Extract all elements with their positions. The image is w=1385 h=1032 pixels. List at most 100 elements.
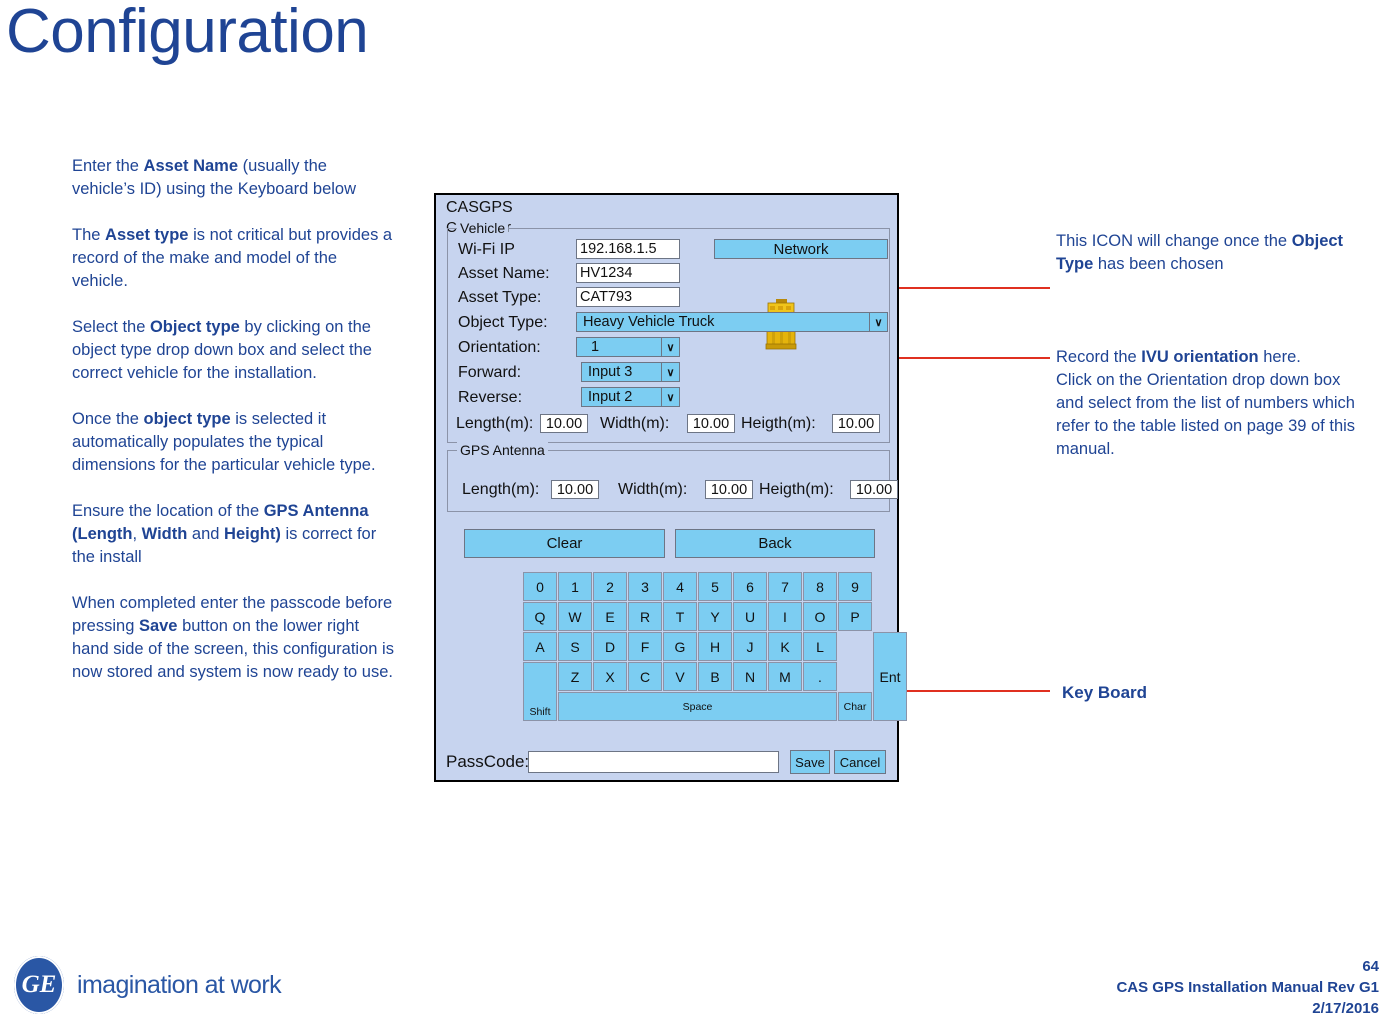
passcode-label: PassCode: <box>446 752 530 771</box>
asset-type-input[interactable]: CAT793 <box>576 287 680 307</box>
key-space[interactable]: Space <box>558 692 837 721</box>
instruction-paragraph: Select the Object type by clicking on th… <box>72 316 394 385</box>
vehicle-width-input[interactable]: 10.00 <box>687 414 735 433</box>
key-O[interactable]: O <box>803 602 837 631</box>
revision-date: 2/17/2016 <box>1312 1000 1379 1017</box>
key-6[interactable]: 6 <box>733 572 767 601</box>
passcode-input[interactable] <box>528 751 779 773</box>
page-title: Configuration <box>6 0 369 66</box>
instruction-paragraph: Ensure the location of the GPS Antenna (… <box>72 500 394 569</box>
save-button[interactable]: Save <box>790 750 830 774</box>
object-type-label: Object Type: <box>458 314 548 331</box>
network-button[interactable]: Network <box>714 239 888 259</box>
manual-title: CAS GPS Installation Manual Rev G1 <box>1116 979 1379 996</box>
key-3[interactable]: 3 <box>628 572 662 601</box>
key-8[interactable]: 8 <box>803 572 837 601</box>
annotation-keyboard-label: Key Board <box>1062 683 1148 702</box>
clear-button[interactable]: Clear <box>464 529 665 558</box>
key-Z[interactable]: Z <box>558 662 592 691</box>
key-D[interactable]: D <box>593 632 627 661</box>
text-run: Asset type <box>105 226 189 244</box>
text-run: Enter the <box>72 157 144 175</box>
text-run: Object type <box>149 318 240 336</box>
object-type-value: Heavy Vehicle Truck <box>583 314 715 330</box>
text-run: Select the <box>72 318 150 336</box>
vehicle-group-legend: Vehicle <box>457 220 509 236</box>
key-5[interactable]: 5 <box>698 572 732 601</box>
key-char[interactable]: Char <box>838 692 872 721</box>
key-V[interactable]: V <box>663 662 697 691</box>
text-run: Click on the Orientation drop down box a… <box>1056 371 1356 458</box>
annotation-ivu-orientation: Record the IVU orientation here. Click on… <box>1056 346 1356 461</box>
key-W[interactable]: W <box>558 602 592 631</box>
key-enter[interactable]: Ent <box>873 632 907 721</box>
reverse-select[interactable]: Input 2 ∨ <box>581 387 680 407</box>
key-I[interactable]: I <box>768 602 802 631</box>
text-run: Height) <box>224 525 281 543</box>
casgps-configuration-dialog: CASGPS Controller Vehicle Wi-Fi IP 192.1… <box>434 193 907 782</box>
key-1[interactable]: 1 <box>558 572 592 601</box>
antenna-height-label: Heigth(m): <box>759 481 834 498</box>
key-9[interactable]: 9 <box>838 572 872 601</box>
footer-meta: 64 CAS GPS Installation Manual Rev G1 2/… <box>1116 956 1379 1019</box>
page-number: 64 <box>1362 958 1379 975</box>
key-shift[interactable]: Shift <box>523 662 557 721</box>
text-run: Once the <box>72 410 144 428</box>
key-4[interactable]: 4 <box>663 572 697 601</box>
key-F[interactable]: F <box>628 632 662 661</box>
vehicle-group: Vehicle Wi-Fi IP 192.168.1.5 Network Ass… <box>447 220 890 443</box>
key-A[interactable]: A <box>523 632 557 661</box>
key-K[interactable]: K <box>768 632 802 661</box>
annotation-object-type-icon: This ICON will change once the Object Ty… <box>1056 230 1356 276</box>
text-run: , <box>132 525 142 543</box>
key-X[interactable]: X <box>593 662 627 691</box>
key-N[interactable]: N <box>733 662 767 691</box>
key-T[interactable]: T <box>663 602 697 631</box>
text-run: here. <box>1258 348 1301 366</box>
forward-label: Forward: <box>458 364 522 381</box>
key-M[interactable]: M <box>768 662 802 691</box>
key-7[interactable]: 7 <box>768 572 802 601</box>
vehicle-height-input[interactable]: 10.00 <box>832 414 880 433</box>
object-type-select[interactable]: Heavy Vehicle Truck ∨ <box>576 312 888 332</box>
text-run: Save <box>138 617 178 635</box>
key-P[interactable]: P <box>838 602 872 631</box>
key-C[interactable]: C <box>628 662 662 691</box>
key-J[interactable]: J <box>733 632 767 661</box>
key-H[interactable]: H <box>698 632 732 661</box>
reverse-value: Input 2 <box>588 389 633 405</box>
antenna-height-input[interactable]: 10.00 <box>850 480 898 499</box>
key-E[interactable]: E <box>593 602 627 631</box>
cancel-button[interactable]: Cancel <box>834 750 886 774</box>
key-S[interactable]: S <box>558 632 592 661</box>
key-period[interactable]: . <box>803 662 837 691</box>
key-2[interactable]: 2 <box>593 572 627 601</box>
back-button[interactable]: Back <box>675 529 875 558</box>
reverse-label: Reverse: <box>458 389 523 406</box>
antenna-width-input[interactable]: 10.00 <box>705 480 753 499</box>
antenna-length-input[interactable]: 10.00 <box>551 480 599 499</box>
key-G[interactable]: G <box>663 632 697 661</box>
key-0[interactable]: 0 <box>523 572 557 601</box>
text-run: and <box>187 525 225 543</box>
key-R[interactable]: R <box>628 602 662 631</box>
chevron-down-icon[interactable]: ∨ <box>869 313 887 331</box>
vehicle-width-label: Width(m): <box>600 415 670 432</box>
wifi-ip-input[interactable]: 192.168.1.5 <box>576 239 680 259</box>
vehicle-length-label: Length(m): <box>456 415 534 432</box>
key-Q[interactable]: Q <box>523 602 557 631</box>
key-B[interactable]: B <box>698 662 732 691</box>
text-run: object type <box>143 410 231 428</box>
vehicle-length-input[interactable]: 10.00 <box>540 414 588 433</box>
chevron-down-icon[interactable]: ∨ <box>661 338 679 356</box>
asset-name-label: Asset Name: <box>458 265 550 282</box>
key-L[interactable]: L <box>803 632 837 661</box>
antenna-width-label: Width(m): <box>618 481 688 498</box>
chevron-down-icon[interactable]: ∨ <box>661 388 679 406</box>
asset-name-input[interactable]: HV1234 <box>576 263 680 283</box>
chevron-down-icon[interactable]: ∨ <box>661 363 679 381</box>
key-Y[interactable]: Y <box>698 602 732 631</box>
orientation-select[interactable]: 1 ∨ <box>576 337 680 357</box>
key-U[interactable]: U <box>733 602 767 631</box>
forward-select[interactable]: Input 3 ∨ <box>581 362 680 382</box>
